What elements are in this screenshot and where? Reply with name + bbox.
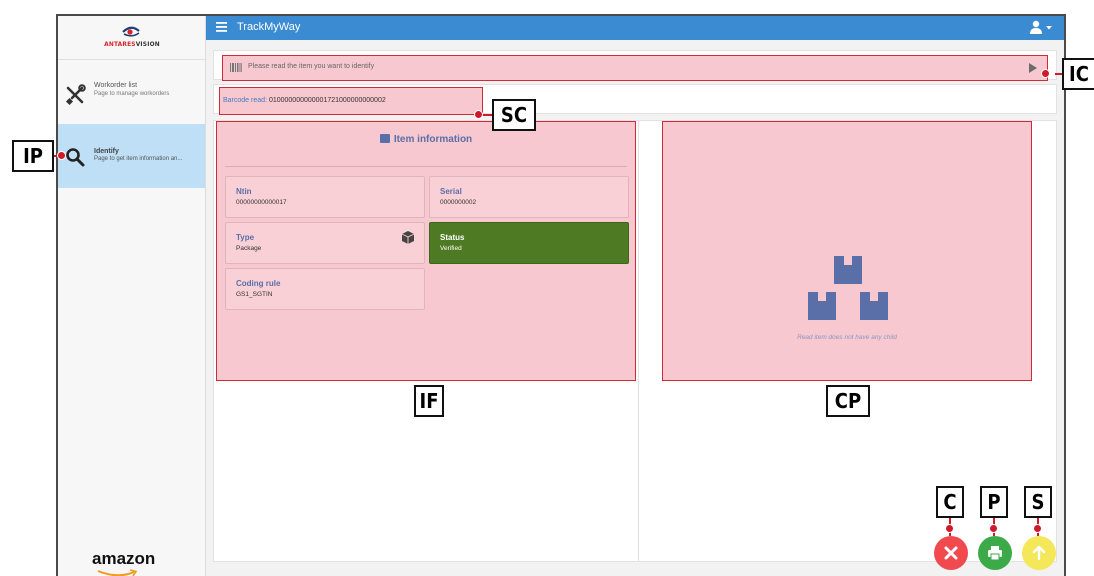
- sidebar-item-label: Identify: [94, 148, 119, 155]
- callout-c: C: [936, 486, 964, 518]
- callout-dot: [474, 110, 483, 119]
- barcode-read-box: Barcode read: 01000000000000172100000000…: [219, 87, 483, 115]
- scan-bar: Please read the item you want to identif…: [213, 50, 1057, 81]
- callout-if: IF: [414, 385, 444, 417]
- antares-vision-logo: ANTARESVISION: [58, 16, 206, 60]
- callout-ip: IP: [12, 140, 54, 172]
- item-information-panel: Item information Ntin 00000000000017 Ser…: [216, 121, 636, 381]
- sidebar-item-description: Page to manage workorders: [94, 91, 170, 97]
- status-card: Status Verified: [429, 222, 629, 264]
- app-title: TrackMyWay: [237, 21, 301, 33]
- sidebar: ANTARESVISION Workorder list Page to man…: [58, 16, 206, 576]
- barcode-read: Barcode read: 01000000000000172100000000…: [223, 97, 386, 104]
- printer-icon: [988, 546, 1002, 561]
- ntin-card: Ntin 00000000000017: [225, 176, 425, 218]
- serial-card: Serial 0000000002: [429, 176, 629, 218]
- barcode-read-bar: Barcode read: 01000000000000172100000000…: [213, 84, 1057, 115]
- status-value: Verified: [440, 245, 462, 252]
- search-icon: [66, 148, 85, 167]
- callout-ic: IC: [1062, 58, 1094, 90]
- barcode-icon: [230, 63, 242, 72]
- sidebar-item-label: Workorder list: [94, 82, 138, 89]
- sidebar-item-workorder-list[interactable]: Workorder list Page to manage workorders: [58, 72, 205, 122]
- package-icon: [402, 231, 414, 244]
- type-card: Type Package: [225, 222, 425, 264]
- arrow-up-icon: [1032, 545, 1046, 561]
- panels-container: Item information Ntin 00000000000017 Ser…: [213, 120, 1057, 562]
- coding-rule-label: Coding rule: [236, 279, 281, 288]
- divider: [225, 166, 627, 167]
- box-icon: [379, 134, 390, 143]
- type-label: Type: [236, 233, 255, 242]
- callout-dot: [57, 151, 66, 160]
- tools-icon: [65, 84, 86, 106]
- callout-p: P: [980, 486, 1008, 518]
- barcode-value: 010000000000001721000000000002: [268, 97, 386, 104]
- scan-placeholder: Please read the item you want to identif…: [248, 63, 375, 70]
- play-icon[interactable]: [1029, 63, 1037, 73]
- item-information-title: Item information: [217, 134, 635, 145]
- app-window: ANTARESVISION Workorder list Page to man…: [56, 14, 1066, 576]
- callout-s: S: [1024, 486, 1052, 518]
- callout-dot: [945, 524, 954, 533]
- no-children-text: Read item does not have any child: [797, 334, 897, 341]
- user-menu-icon[interactable]: [1030, 20, 1052, 34]
- sidebar-item-description: Page to get item information an...: [94, 156, 183, 162]
- callout-dot: [989, 524, 998, 533]
- coding-rule-card: Coding rule GS1_SGTIN: [225, 268, 425, 310]
- submit-button[interactable]: [1022, 536, 1056, 570]
- serial-value: 0000000002: [440, 199, 477, 206]
- antares-logo-mark: [122, 26, 140, 37]
- print-button[interactable]: [978, 536, 1012, 570]
- coding-rule-value: GS1_SGTIN: [236, 291, 273, 298]
- ntin-value: 00000000000017: [236, 199, 287, 206]
- panel-divider: [638, 121, 639, 561]
- callout-sc: SC: [492, 99, 536, 131]
- callout-dot: [1041, 69, 1050, 78]
- ntin-label: Ntin: [236, 187, 252, 196]
- scan-input[interactable]: Please read the item you want to identif…: [222, 55, 1048, 81]
- cancel-button[interactable]: [934, 536, 968, 570]
- top-bar: TrackMyWay: [206, 16, 1064, 40]
- sidebar-item-identify[interactable]: Identify Page to get item information an…: [58, 124, 205, 188]
- amazon-logo-text: amazon: [92, 549, 156, 568]
- stacked-boxes-icon: [808, 256, 888, 320]
- children-panel: Read item does not have any child: [662, 121, 1032, 381]
- serial-label: Serial: [440, 187, 462, 196]
- close-icon: [944, 546, 958, 560]
- callout-cp: CP: [826, 385, 870, 417]
- amazon-smile-icon: [97, 569, 138, 576]
- type-value: Package: [236, 245, 262, 252]
- logo-text: ANTARESVISION: [104, 40, 160, 48]
- hamburger-menu-icon[interactable]: [216, 22, 227, 32]
- status-label: Status: [440, 233, 465, 242]
- callout-dot: [1033, 524, 1042, 533]
